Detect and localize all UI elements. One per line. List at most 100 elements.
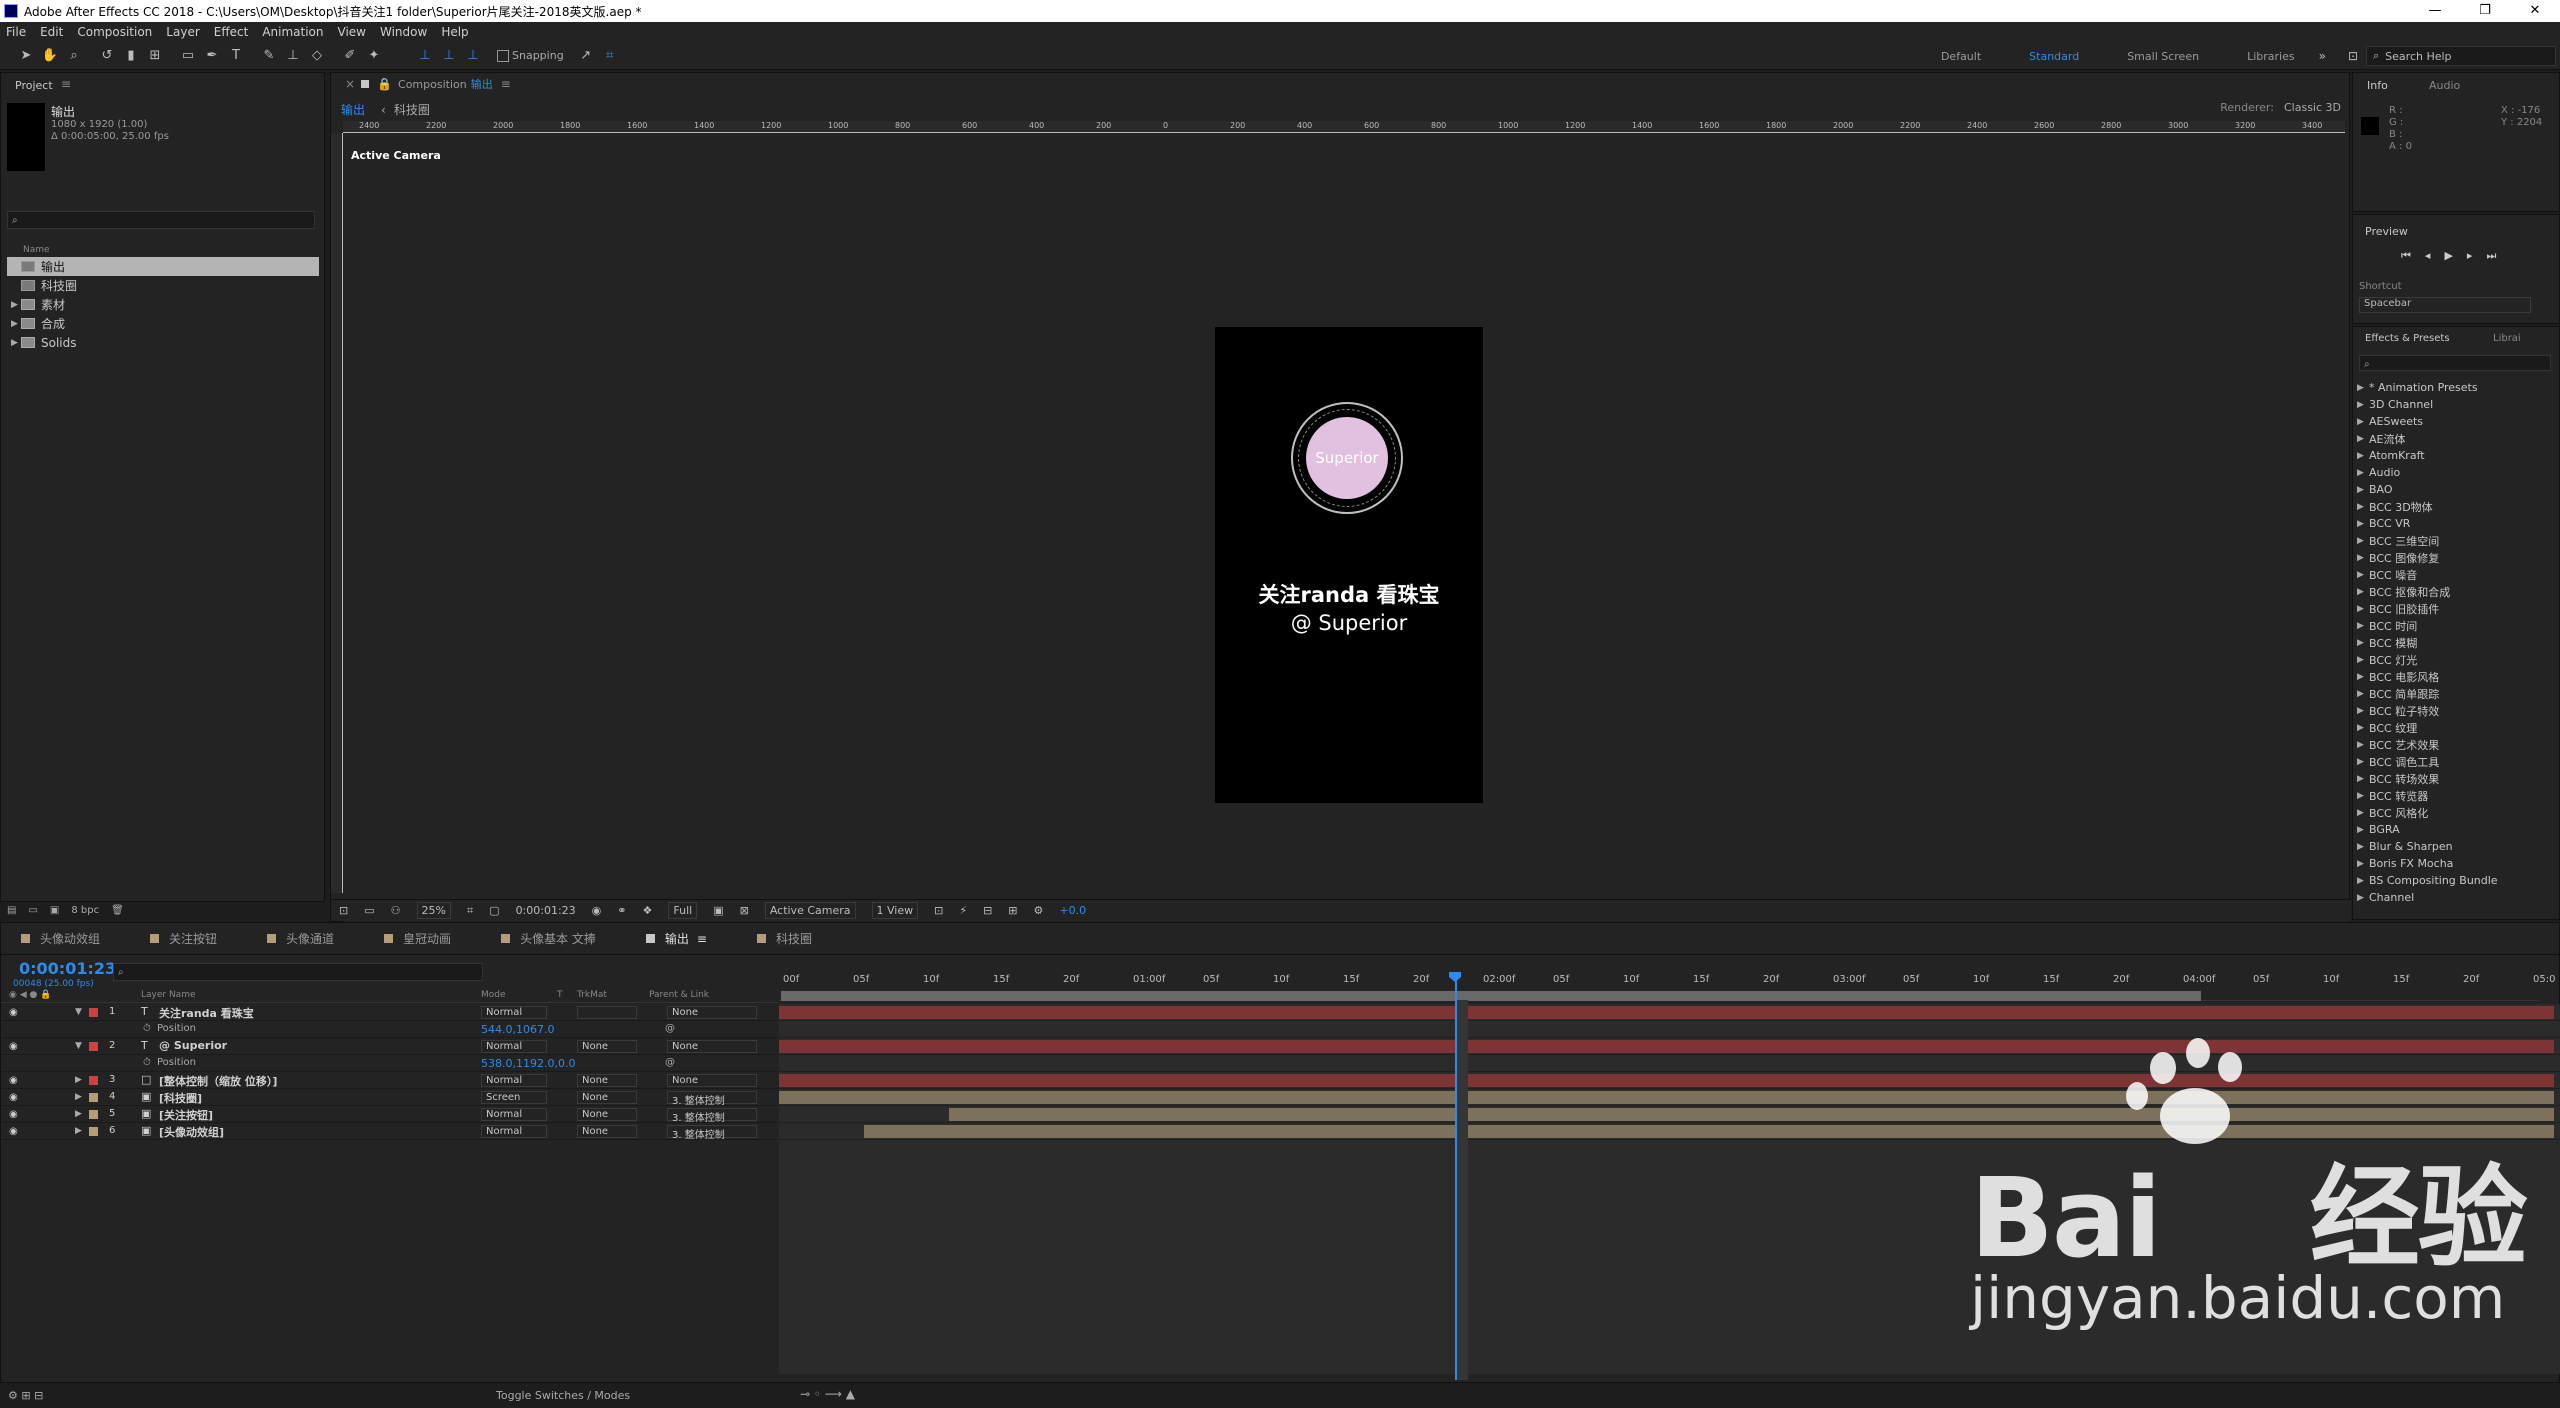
visibility-eye-icon[interactable]: ◉ [9, 1109, 18, 1120]
work-area-bar[interactable] [781, 991, 2201, 1001]
zoom-slider[interactable]: ⊸ ◦ ⟶ ▲ [800, 1387, 855, 1401]
interpret-footage-icon[interactable]: ▤ [7, 905, 16, 916]
av-features-icon[interactable]: ◉ ◀ ● 🔒 [9, 990, 51, 1000]
expand-triangle-icon[interactable]: ▶ [75, 1109, 85, 1119]
last-frame-icon[interactable]: ⏭ [2486, 249, 2496, 263]
menu-file[interactable]: File [6, 25, 26, 39]
visibility-eye-icon[interactable]: ◉ [9, 1041, 18, 1052]
first-frame-icon[interactable]: ⏮ [2401, 249, 2411, 263]
blend-mode-dropdown[interactable]: Normal [481, 1108, 547, 1121]
visibility-eye-icon[interactable]: ◉ [9, 1126, 18, 1137]
track-matte-dropdown[interactable]: None [577, 1125, 637, 1138]
effect-category[interactable]: ▶ BCC 电影风格 [2353, 668, 2549, 685]
expand-triangle-icon[interactable]: ▶ [2357, 825, 2367, 835]
project-tab[interactable]: Project [15, 79, 53, 92]
current-time-indicator[interactable] [1455, 976, 1457, 1380]
roto-brush-tool-icon[interactable]: ✐ [341, 47, 359, 65]
expand-triangle-icon[interactable]: ▶ [2357, 587, 2367, 597]
layer-label-swatch[interactable] [89, 1042, 98, 1051]
expand-triangle-icon[interactable]: ▶ [2357, 519, 2367, 529]
effect-category[interactable]: ▶ Channel [2353, 889, 2549, 906]
current-time-display[interactable]: 0:00:01:23 [516, 904, 576, 917]
transparency-grid-icon[interactable]: ⊠ [740, 904, 749, 917]
clone-stamp-tool-icon[interactable]: ⊥ [284, 47, 302, 65]
effect-category[interactable]: ▶ BCC 纹理 [2353, 719, 2549, 736]
zoom-tool-icon[interactable]: ⌕ [65, 47, 83, 65]
renderer-value[interactable]: Classic 3D [2284, 101, 2341, 114]
t-header[interactable]: T [557, 990, 563, 1000]
layer-name-header[interactable]: Layer Name [141, 990, 196, 1000]
timeline-icon[interactable]: ⊟ [983, 904, 992, 917]
timeline-tab[interactable]: 头像动效组 [21, 930, 100, 947]
layer-name[interactable]: [头像动效组] [159, 1124, 224, 1140]
menu-window[interactable]: Window [380, 25, 427, 39]
expand-triangle-icon[interactable]: ▶ [2357, 791, 2367, 801]
effect-category[interactable]: ▶ * Animation Presets [2353, 379, 2549, 396]
toggle-pixel-aspect-icon[interactable]: ⊡ [934, 904, 943, 917]
shortcut-dropdown[interactable]: Spacebar [2359, 297, 2531, 313]
region-icon[interactable]: ▢ [489, 904, 499, 917]
workspace-small-screen[interactable]: Small Screen [2127, 50, 2199, 63]
expand-triangle-icon[interactable]: ▶ [2357, 536, 2367, 546]
snapping-checkbox[interactable] [497, 49, 509, 62]
effect-category[interactable]: ▶ BCC 灯光 [2353, 651, 2549, 668]
libraries-tab[interactable]: Librai [2493, 333, 2521, 344]
visibility-eye-icon[interactable]: ◉ [9, 1092, 18, 1103]
type-tool-icon[interactable]: T [227, 47, 245, 65]
expand-triangle-icon[interactable]: ▶ [2357, 417, 2367, 427]
layer-row[interactable]: ◉ ▶ 5 ▣ [关注按钮] Normal None 3. 整体控制 [1, 1106, 777, 1124]
parent-header[interactable]: Parent & Link [649, 990, 709, 1000]
property-value[interactable]: 544.0,1067.0 [481, 1023, 554, 1036]
project-search-input[interactable]: ⌕ [7, 211, 315, 229]
trkmat-header[interactable]: TrkMat [577, 990, 607, 1000]
track-matte-dropdown[interactable]: None [577, 1091, 637, 1104]
expand-triangle-icon[interactable]: ▶ [2357, 859, 2367, 869]
workspace-standard[interactable]: Standard [2029, 50, 2079, 63]
effect-category[interactable]: ▶ BCC 模糊 [2353, 634, 2549, 651]
effect-category[interactable]: ▶ BCC 时间 [2353, 617, 2549, 634]
expand-triangle-icon[interactable]: ▶ [2357, 485, 2367, 495]
camera-dropdown[interactable]: Active Camera [764, 902, 856, 919]
layer-row[interactable]: ◉ ▼ 2 T @ Superior Normal None None [1, 1038, 777, 1055]
parent-dropdown[interactable]: 3. 整体控制 [667, 1125, 757, 1141]
expand-triangle-icon[interactable]: ▶ [2357, 808, 2367, 818]
effect-category[interactable]: ▶ Blur & Sharpen [2353, 838, 2549, 855]
expand-triangle-icon[interactable]: ▶ [2357, 604, 2367, 614]
effect-category[interactable]: ▶ BGRA [2353, 821, 2549, 838]
color-channel-icon[interactable]: ❖ [643, 904, 653, 917]
crumb-output[interactable]: 输出 [341, 101, 365, 118]
preview-tab[interactable]: Preview [2365, 225, 2408, 238]
layer-label-swatch[interactable] [89, 1008, 98, 1017]
expand-triangle-icon[interactable]: ▶ [2357, 468, 2367, 478]
visibility-eye-icon[interactable]: ◉ [9, 1075, 18, 1086]
parent-dropdown[interactable]: 3. 整体控制 [667, 1108, 757, 1124]
brush-tool-icon[interactable]: ✎ [260, 47, 278, 65]
property-row[interactable]: ⏱ Position 544.0,1067.0 @ [1, 1021, 777, 1038]
close-button[interactable]: ✕ [2510, 0, 2560, 22]
close-tab-icon[interactable]: × [345, 77, 355, 91]
expand-triangle-icon[interactable]: ▶ [2357, 451, 2367, 461]
rotate-tool-icon[interactable]: ↺ [98, 47, 116, 65]
expand-triangle-icon[interactable]: ▶ [2357, 876, 2367, 886]
expand-triangle-icon[interactable]: ▼ [75, 1007, 85, 1017]
next-frame-icon[interactable]: ▸ [2467, 249, 2473, 263]
mask-icon[interactable]: ⚇ [391, 904, 401, 917]
layer-row[interactable]: ◉ ▶ 3 □ [整体控制（缩放 位移）] Normal None None [1, 1072, 777, 1089]
expand-triangle-icon[interactable]: ▶ [2357, 400, 2367, 410]
footer-icons[interactable]: ⚙ ⊞ ⊟ [8, 1389, 43, 1402]
project-item[interactable]: ▶ 合成 [7, 314, 319, 333]
view-axis-icon[interactable]: ⊥ [464, 47, 482, 65]
trash-icon[interactable]: 🗑 [111, 905, 124, 916]
timeline-tab[interactable]: 输出 ≡ [645, 930, 707, 947]
panel-menu-icon[interactable]: ≡ [697, 932, 707, 946]
timeline-search-input[interactable]: ⌕ [113, 963, 483, 981]
fast-previews-icon[interactable]: ⚡ [959, 904, 967, 917]
expand-triangle-icon[interactable]: ▶ [2357, 621, 2367, 631]
effect-category[interactable]: ▶ Audio [2353, 464, 2549, 481]
new-composition-icon[interactable]: ▣ [50, 905, 59, 916]
crumb-tech-circle[interactable]: 科技圈 [394, 101, 430, 118]
project-item[interactable]: 科技圈 [7, 276, 319, 295]
effect-category[interactable]: ▶ BCC 抠像和合成 [2353, 583, 2549, 600]
minimize-button[interactable]: — [2410, 0, 2460, 22]
menu-effect[interactable]: Effect [214, 25, 249, 39]
